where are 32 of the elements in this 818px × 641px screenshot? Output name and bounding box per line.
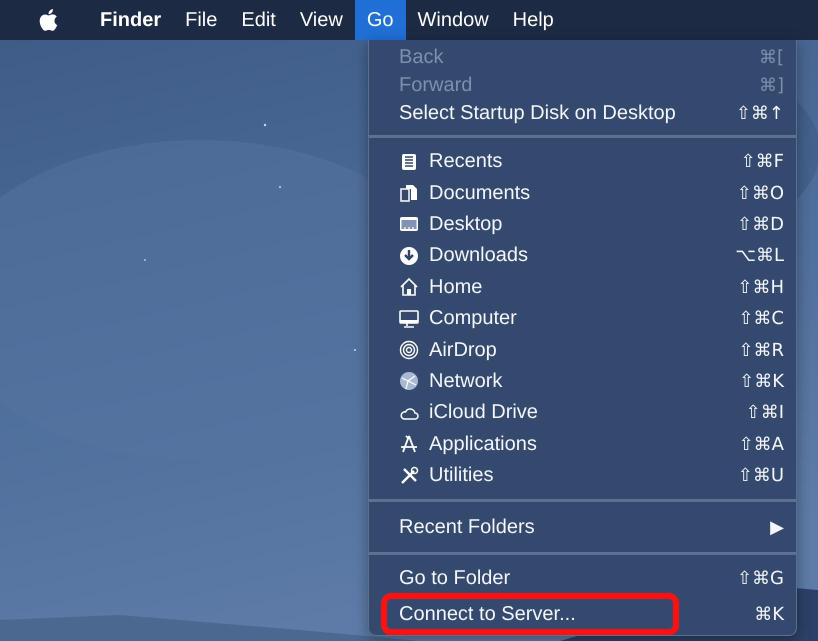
menu-item[interactable]: Utilities ⇧⌘U xyxy=(369,460,796,492)
menu-bar-item[interactable]: Window xyxy=(406,0,501,40)
menu-item[interactable]: Select Startup Disk on Desktop ⇧⌘↑ xyxy=(369,99,796,127)
menu-bar-item[interactable]: File xyxy=(173,0,230,40)
menu-item[interactable]: Home ⇧⌘H xyxy=(369,272,796,303)
globe-icon xyxy=(399,371,419,392)
airdrop-icon xyxy=(399,340,419,360)
menu-bar-item[interactable]: Go xyxy=(354,0,406,40)
computer-icon xyxy=(399,308,419,329)
apple-logo-icon[interactable] xyxy=(38,8,58,32)
document-icon xyxy=(399,183,419,204)
menu-item[interactable]: Recents ⇧⌘F xyxy=(369,146,796,178)
menu-item[interactable]: Applications ⇧⌘A xyxy=(369,428,796,460)
menu-item[interactable]: Desktop ⇧⌘D xyxy=(369,208,796,240)
menu-item[interactable]: Recent Folders ▶ xyxy=(369,510,796,544)
menu-item[interactable]: AirDrop ⇧⌘R xyxy=(369,334,796,366)
menu-item[interactable]: Network ⇧⌘K xyxy=(369,366,796,398)
menu-bar-item[interactable]: View xyxy=(288,0,355,40)
menu-item[interactable]: Go to Folder ⇧⌘G xyxy=(369,563,796,594)
menu-item[interactable]: iCloud Drive ⇧⌘I xyxy=(369,397,796,429)
menu-item[interactable]: Computer ⇧⌘C xyxy=(369,302,796,334)
recents-icon xyxy=(399,152,419,172)
applications-icon xyxy=(399,434,419,454)
menu-bar-item[interactable]: Help xyxy=(500,0,566,40)
menu-item[interactable]: Documents ⇧⌘O xyxy=(369,177,796,209)
download-icon xyxy=(399,246,419,266)
home-icon xyxy=(399,277,419,298)
menu-bar-item[interactable]: Edit xyxy=(229,0,288,40)
tools-icon xyxy=(399,466,419,486)
menu-bar-item[interactable]: Finder xyxy=(88,0,174,40)
menu-item[interactable]: Downloads ⌥⌘L xyxy=(369,240,796,272)
menu-item[interactable]: Connect to Server... ⌘K xyxy=(369,593,796,636)
